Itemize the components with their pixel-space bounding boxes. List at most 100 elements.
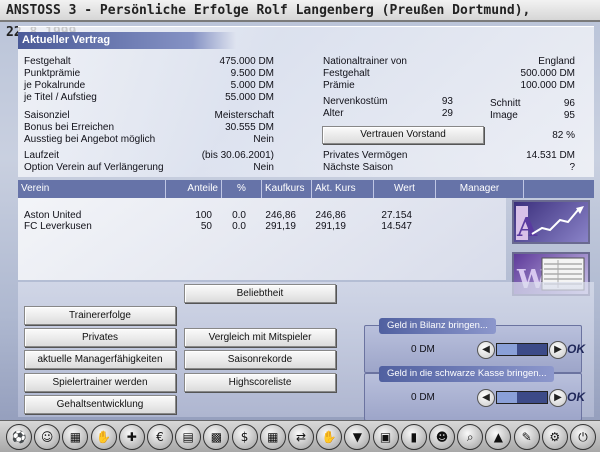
kasse-title: Geld in die schwarze Kasse bringen...	[379, 366, 555, 382]
scout-icon[interactable]: ⌕	[457, 424, 484, 450]
contract-value: Nein	[253, 134, 274, 145]
contract-value: 30.555 DM	[225, 122, 274, 133]
calendar-icon[interactable]: ▤	[175, 424, 202, 450]
contract-label: Ausstieg bei Angebot möglich	[24, 134, 156, 145]
vertrauen-vorstand-button[interactable]: Vertrauen Vorstand	[322, 126, 484, 144]
privat-value: 14.531 DM	[526, 150, 575, 161]
table-row-percent: 0.0	[232, 210, 246, 221]
newspaper-icon[interactable]: ▣	[372, 424, 399, 450]
tactics-icon[interactable]: ▦	[62, 424, 89, 450]
national-row: Festgehalt 500.000 DM	[323, 68, 575, 79]
options-icon[interactable]: ⚙	[541, 424, 568, 450]
shield-icon[interactable]: ▼	[344, 424, 371, 450]
privat-row: Privates Vermögen 14.531 DM	[323, 150, 575, 161]
kasse-slider[interactable]	[496, 391, 548, 404]
bilanz-increase-button[interactable]: ▶	[549, 341, 567, 359]
table-row-kaufkurs: 291,19	[265, 221, 296, 232]
table-row-anteile: 50	[200, 221, 212, 232]
beliebtheit-button[interactable]: Beliebtheit	[184, 284, 336, 303]
kasse-slider-fill	[497, 392, 517, 403]
contract-row: Option Verein auf Verlängerung Nein	[24, 162, 274, 173]
col-manager[interactable]: Manager	[436, 180, 524, 198]
contract-value: Meisterschaft	[214, 110, 274, 121]
trainererfolge-button[interactable]: Trainererfolge	[24, 306, 176, 325]
bilanz-slider[interactable]	[496, 343, 548, 356]
nerven-label: Nervenkostüm	[323, 96, 388, 107]
table-row-wert: 27.154	[381, 210, 412, 221]
national-label: Prämie	[323, 80, 355, 91]
contract-value: Nein	[253, 162, 274, 173]
grid-icon[interactable]: ▦	[259, 424, 286, 450]
contract-label: Festgehalt	[24, 56, 71, 67]
chart-icon[interactable]: ▲	[485, 424, 512, 450]
contract-row: Laufzeit (bis 30.06.2001)	[24, 150, 274, 161]
stadium-icon[interactable]: ▩	[203, 424, 230, 450]
bilanz-ok-button[interactable]: OK	[567, 342, 585, 356]
money-icon[interactable]: €	[147, 424, 173, 450]
bilanz-slider-fill	[497, 344, 517, 355]
image-label: Image	[490, 110, 518, 121]
table-row-wert: 14.547	[381, 221, 412, 232]
bars-icon[interactable]: ▮	[400, 424, 427, 450]
contract-row: je Titel / Aufstieg 55.000 DM	[24, 92, 274, 103]
vertrauen-percent: 82 %	[552, 130, 575, 141]
saisonrekorde-button[interactable]: Saisonrekorde	[184, 350, 336, 369]
transfer-icon[interactable]: ⇄	[288, 424, 314, 450]
national-value: 500.000 DM	[520, 68, 575, 79]
training-icon[interactable]: ✋	[90, 424, 117, 450]
image-value: 95	[563, 110, 575, 121]
bilanz-decrease-button[interactable]: ◀	[477, 341, 495, 359]
highscoreliste-button[interactable]: Highscoreliste	[184, 373, 336, 392]
exit-icon[interactable]: ⏻	[570, 424, 596, 450]
fan-icon[interactable]: ☻	[429, 424, 455, 450]
shares-table-header: Verein Anteile % Kaufkurs Akt. Kurs Wert…	[18, 180, 594, 198]
contract-value: 55.000 DM	[225, 92, 274, 103]
spielertrainer-button[interactable]: Spielertrainer werden	[24, 373, 176, 392]
table-row-verein[interactable]: Aston United	[24, 210, 81, 221]
col-wert[interactable]: Wert	[374, 180, 436, 198]
kasse-increase-button[interactable]: ▶	[549, 389, 567, 407]
table-row-verein[interactable]: FC Leverkusen	[24, 221, 92, 232]
ball-icon[interactable]: ⚽	[6, 424, 32, 450]
managerfaehigkeiten-button[interactable]: aktuelle Managerfähigkeiten	[24, 350, 176, 369]
contract-label: Option Verein auf Verlängerung	[24, 162, 164, 173]
contract-row: je Pokalrunde 5.000 DM	[24, 80, 274, 91]
contract-label: je Titel / Aufstieg	[24, 92, 97, 103]
medical-icon[interactable]: ✚	[118, 424, 145, 450]
contract-label: Laufzeit	[24, 150, 60, 161]
vergleich-button[interactable]: Vergleich mit Mitspieler	[184, 328, 336, 347]
naechste-label: Nächste Saison	[323, 162, 394, 173]
col-anteile[interactable]: Anteile	[166, 180, 222, 198]
dollar-icon[interactable]: $	[231, 424, 258, 450]
people-icon[interactable]: ☺	[34, 424, 61, 450]
col-verein[interactable]: Verein	[18, 180, 166, 198]
national-value: 100.000 DM	[520, 80, 575, 91]
contract-label: Saisonziel	[24, 110, 70, 121]
col-kaufkurs[interactable]: Kaufkurs	[262, 180, 312, 198]
national-row: Nationaltrainer von England	[323, 56, 575, 67]
table-row-anteile: 100	[195, 210, 212, 221]
privates-button[interactable]: Privates	[24, 328, 176, 347]
col-akt-kurs[interactable]: Akt. Kurs	[312, 180, 374, 198]
kasse-decrease-button[interactable]: ◀	[477, 389, 495, 407]
col-percent[interactable]: %	[222, 180, 262, 198]
svg-text:A: A	[516, 213, 538, 242]
schnitt-value: 96	[563, 98, 575, 109]
kasse-amount: 0 DM	[411, 392, 435, 403]
save-icon[interactable]: ✎	[513, 424, 540, 450]
national-row: Prämie 100.000 DM	[323, 80, 575, 91]
window-title: ANSTOSS 3 - Persönliche Erfolge Rolf Lan…	[0, 0, 600, 40]
contract-row: Saisonziel Meisterschaft	[24, 110, 274, 121]
contract-value: 9.500 DM	[230, 68, 274, 79]
stock-chart-button[interactable]: A	[512, 200, 590, 244]
national-value: England	[538, 56, 575, 67]
contract-row: Festgehalt 475.000 DM	[24, 56, 274, 67]
nerven-row: Nervenkostüm 93	[323, 96, 453, 107]
table-row-percent: 0.0	[232, 221, 246, 232]
kasse-ok-button[interactable]: OK	[567, 390, 585, 404]
gehaltsentwicklung-button[interactable]: Gehaltsentwicklung	[24, 395, 176, 414]
schnitt-label: Schnitt	[490, 98, 521, 109]
hand-icon[interactable]: ✋	[316, 424, 343, 450]
contract-row: Bonus bei Erreichen 30.555 DM	[24, 122, 274, 133]
contract-row: Ausstieg bei Angebot möglich Nein	[24, 134, 274, 145]
